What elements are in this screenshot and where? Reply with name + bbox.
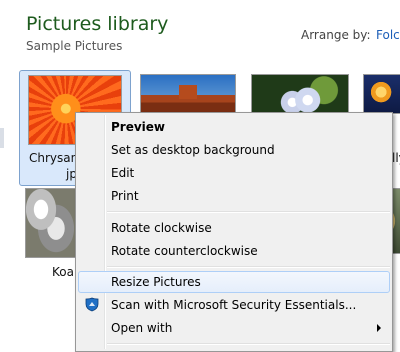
menu-separator [107,266,390,268]
navigation-pane-splitter[interactable] [0,128,4,148]
menu-item-preview[interactable]: Preview [78,116,390,138]
menu-item-open-with[interactable]: Open with [78,317,390,339]
menu-item-scan-with-security-essentials[interactable]: Scan with Microsoft Security Essentials.… [78,294,390,316]
menu-item-label: Preview [111,120,166,134]
menu-item-set-as-desktop-background[interactable]: Set as desktop background [78,139,390,161]
thumbnail-desert[interactable] [140,74,236,114]
menu-item-label: Set as desktop background [111,143,275,157]
menu-item-resize-pictures[interactable]: Resize Pictures [78,271,390,293]
thumbnail-label: Chrysan [29,151,79,165]
submenu-arrow-icon [377,324,381,332]
menu-item-label: Edit [111,166,135,180]
microsoft-security-essentials-icon [85,297,99,312]
menu-item-label: Open with [111,321,173,335]
menu-item-edit[interactable]: Edit [78,162,390,184]
arrange-by-dropdown[interactable]: Folc [376,27,400,43]
library-subtitle: Sample Pictures [26,39,123,53]
thumbnail-koala[interactable] [25,188,77,258]
menu-item-label: Resize Pictures [111,275,201,289]
menu-separator [107,343,390,345]
menu-separator [107,211,390,213]
menu-item-rotate-counterclockwise[interactable]: Rotate counterclockwise [78,240,390,262]
arrange-by-label: Arrange by: [301,28,371,42]
thumbnail-label: lly [392,151,400,165]
menu-item-label: Rotate clockwise [111,221,212,235]
menu-item-label: Rotate counterclockwise [111,244,258,258]
menu-item-print[interactable]: Print [78,185,390,207]
menu-item-label: Scan with Microsoft Security Essentials.… [111,298,357,312]
context-menu: Preview Set as desktop background Edit P… [75,112,393,352]
thumbnail-jellyfish[interactable] [363,74,400,114]
menu-item-label: Print [111,189,139,203]
thumbnail-hydrangeas[interactable] [251,74,349,114]
thumbnail-label: Koa [52,265,74,279]
library-title: Pictures library [26,13,169,35]
menu-item-rotate-clockwise[interactable]: Rotate clockwise [78,217,390,239]
